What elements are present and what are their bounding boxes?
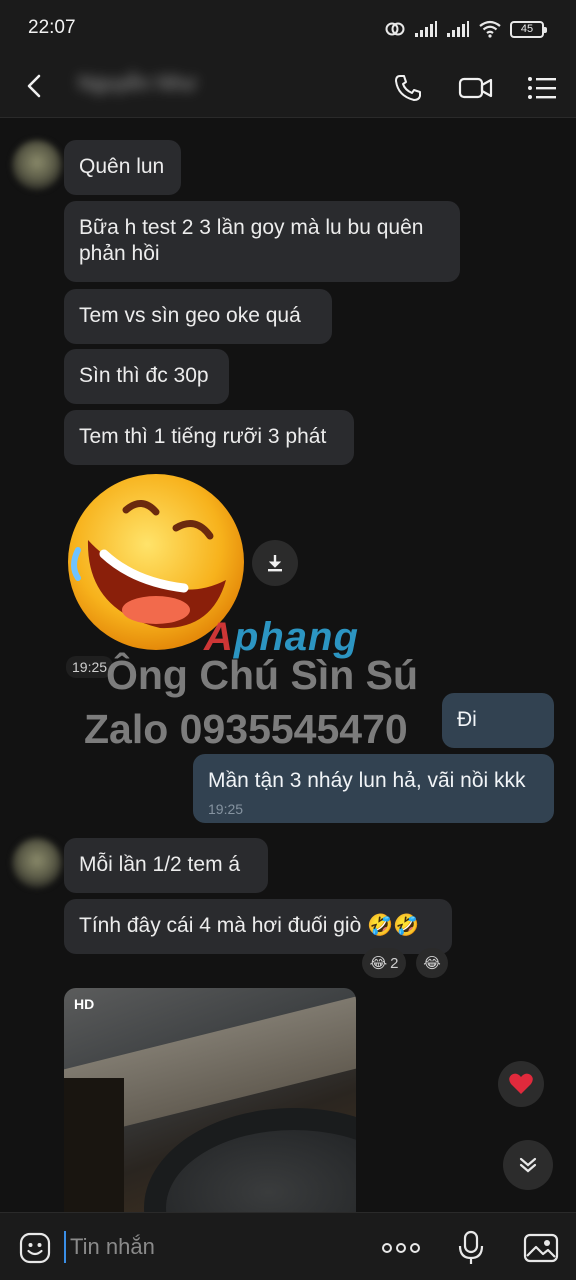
download-icon [268,555,282,572]
link-icon [385,22,405,36]
message-text: Tem vs sìn geo oke quá [79,304,301,327]
reaction-summary[interactable]: 😂 2 [362,948,406,978]
scroll-to-bottom-button[interactable] [503,1140,553,1190]
emoji-button[interactable] [14,1227,56,1269]
call-button[interactable] [388,68,428,108]
watermark-phone: Zalo 0935545470 [84,706,408,752]
video-message[interactable]: HD [64,988,356,1212]
message-bubble[interactable]: Tem thì 1 tiếng rưỡi 3 phát [64,410,354,465]
image-icon [523,1233,559,1263]
message-time: 19:25 [208,801,244,817]
signal-icon-2 [447,21,469,37]
message-text: Tem thì 1 tiếng rưỡi 3 phát [79,425,327,448]
message-text: Quên lun [79,155,165,178]
chat-header: Nguyễn Như [0,56,576,118]
video-call-button[interactable] [456,68,496,108]
reaction-count: 2 [390,954,399,972]
message-bubble[interactable]: Tính đây cái 4 mà hơi đuối giò 🤣🤣 [64,899,452,954]
message-text: Mỗi lần 1/2 tem á [79,853,241,876]
laughing-reaction-icon: 😂 [423,955,441,972]
heart-icon [509,1073,533,1094]
chevron-double-down-icon [519,1157,537,1173]
status-icons: 45 [384,18,547,40]
chat-messages[interactable]: Quên lun Bữa h test 2 3 lần goy mà lu bu… [0,118,576,1212]
status-time: 22:07 [28,17,76,38]
message-bubble[interactable]: Quên lun [64,140,181,195]
status-bar: 22:07 45 [0,0,576,56]
message-text: Sìn thì đc 30p [79,364,209,387]
wifi-icon [479,20,501,38]
back-button[interactable] [18,68,54,104]
message-bubble[interactable]: Bữa h test 2 3 lần goy mà lu bu quên phả… [64,201,460,282]
more-dots-icon [382,1243,420,1253]
message-bubble[interactable]: Tem vs sìn geo oke quá [64,289,332,344]
message-bubble[interactable]: Mỗi lần 1/2 tem á [64,838,268,893]
heart-reaction-button[interactable] [498,1061,544,1107]
emoji-icon [19,1232,51,1264]
contact-name[interactable]: Nguyễn Như [78,72,197,96]
message-bubble[interactable]: Sìn thì đc 30p [64,349,229,404]
message-text: Đi [457,708,477,731]
phone-icon [395,75,421,101]
video-camera-icon [458,77,493,99]
more-button[interactable] [380,1227,422,1269]
contact-avatar[interactable] [12,838,62,888]
message-bubble-outgoing[interactable]: Mần tận 3 nháy lun hả, vãi nồi kkk 19:25 [193,754,554,823]
download-button[interactable] [252,540,298,586]
hd-badge: HD [74,996,95,1012]
laughing-reaction-icon: 😂 [369,955,388,972]
battery-indicator: 45 [510,20,547,38]
message-bubble-outgoing[interactable]: Đi [442,693,554,748]
message-text: Bữa h test 2 3 lần goy mà lu bu quên phả… [79,216,424,265]
watermark-text: Ông Chú Sìn Sú [106,652,419,698]
message-composer [0,1212,576,1280]
message-text: Tính đây cái 4 mà hơi đuối giò 🤣🤣 [79,914,420,937]
contact-avatar[interactable] [12,140,62,190]
signal-icon [415,21,437,37]
menu-button[interactable] [522,68,562,108]
back-arrow-icon [27,74,41,98]
list-menu-icon [528,77,556,99]
image-button[interactable] [520,1227,562,1269]
add-reaction-button[interactable]: 😂 [416,948,448,978]
voice-button[interactable] [450,1227,492,1269]
message-text: Mần tận 3 nháy lun hả, vãi nồi kkk [208,769,526,792]
message-input[interactable] [64,1231,344,1263]
microphone-icon [458,1230,484,1264]
